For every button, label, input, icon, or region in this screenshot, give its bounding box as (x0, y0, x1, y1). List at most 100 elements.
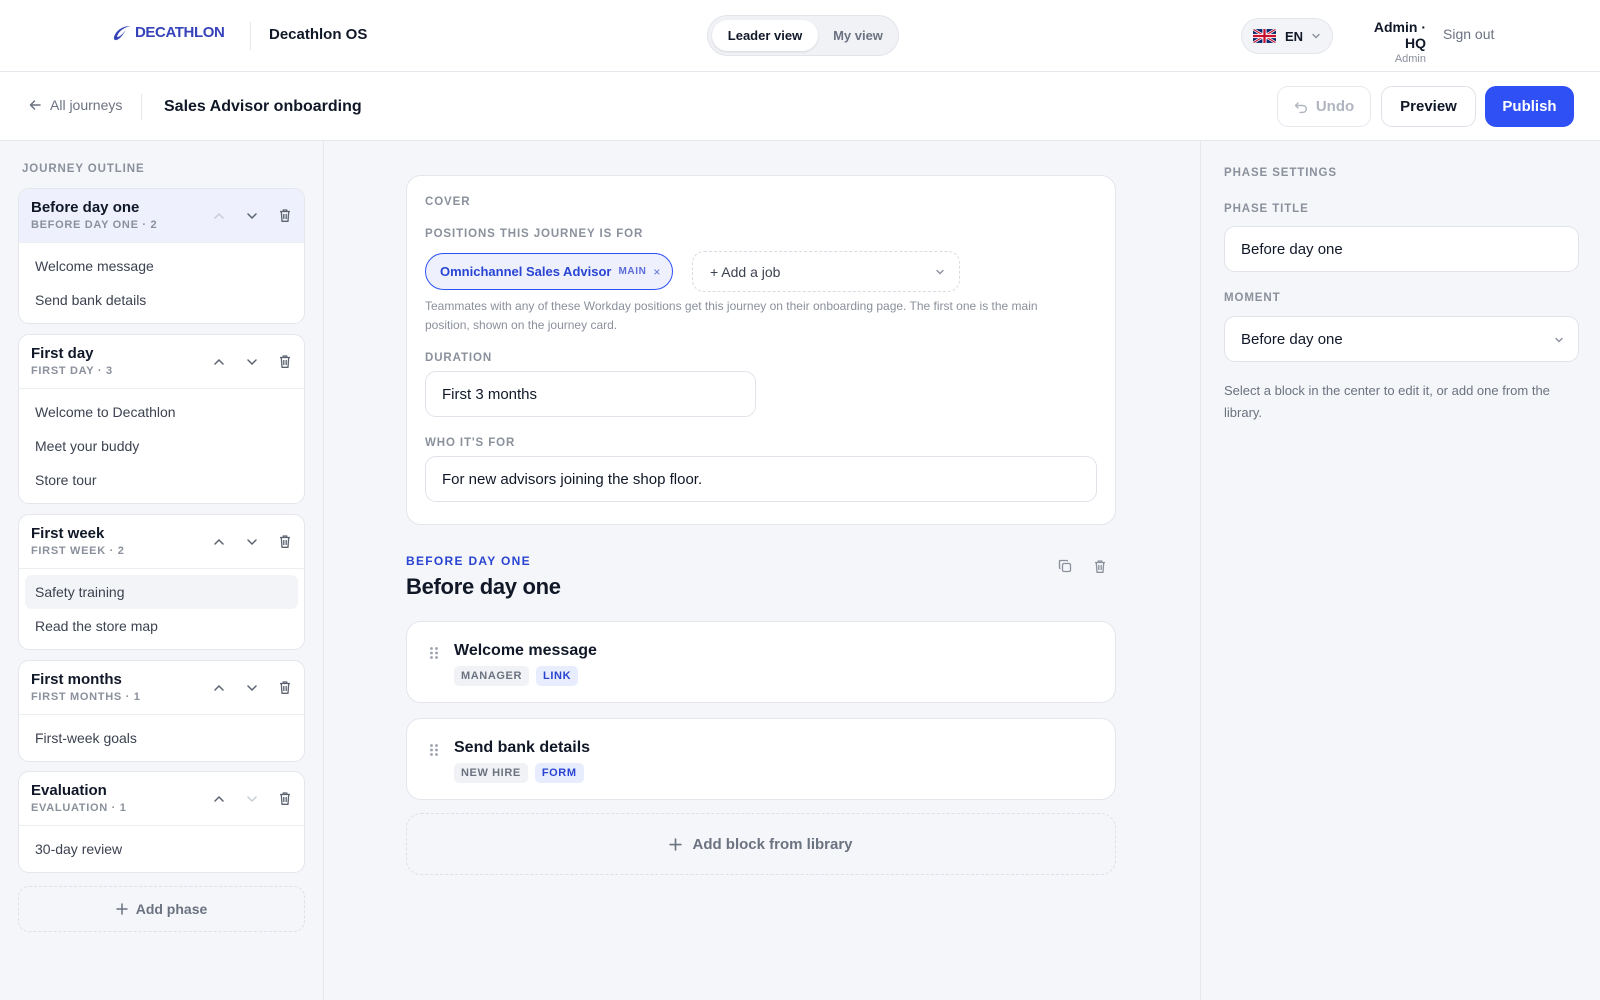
phase-subtitle: FIRST WEEK · 2 (31, 545, 125, 557)
move-up-icon[interactable] (212, 355, 226, 369)
chevron-down-icon (1555, 337, 1563, 343)
add-phase-button[interactable]: Add phase (18, 886, 305, 932)
phase-name: First months (31, 671, 122, 688)
preview-button[interactable]: Preview (1381, 86, 1476, 127)
phase-name: First week (31, 525, 105, 542)
block-title: Send bank details (454, 739, 591, 756)
position-name: Omnichannel Sales Advisor (440, 264, 612, 279)
phase-kicker: BEFORE DAY ONE (406, 554, 531, 568)
positions-label: POSITIONS THIS JOURNEY IS FOR (425, 228, 644, 240)
phase-card: First months FIRST MONTHS · 1 First-week… (18, 660, 305, 762)
trash-icon[interactable] (278, 680, 292, 695)
phase-card: Before day one BEFORE DAY ONE · 2 Welcom… (18, 188, 305, 324)
block-card[interactable]: Welcome message MANAGER LINK (406, 621, 1116, 703)
remove-position-icon[interactable]: × (653, 265, 660, 279)
phase-heading: Before day one (406, 574, 561, 599)
outline-item[interactable]: Welcome to Decathlon (25, 395, 298, 429)
publish-button[interactable]: Publish (1485, 86, 1574, 127)
chevron-down-icon (1312, 33, 1320, 39)
arrow-left-icon (29, 100, 41, 110)
sign-out-link[interactable]: Sign out (1443, 26, 1494, 42)
duplicate-icon[interactable] (1058, 559, 1072, 573)
add-job-label: + Add a job (710, 263, 781, 280)
journey-outline-panel: JOURNEY OUTLINE Before day one BEFORE DA… (0, 141, 324, 1000)
outline-item[interactable]: 30-day review (25, 832, 298, 866)
move-down-icon[interactable] (245, 535, 259, 549)
cover-card: COVER POSITIONS THIS JOURNEY IS FOR Omni… (406, 175, 1116, 525)
phase-header-evaluation[interactable]: Evaluation EVALUATION · 1 (19, 772, 304, 826)
outline-item[interactable]: Send bank details (25, 283, 298, 317)
outline-item[interactable]: First-week goals (25, 721, 298, 755)
settings-title: PHASE SETTINGS (1224, 167, 1337, 179)
moment-select[interactable]: Before day one (1224, 316, 1579, 362)
trash-icon[interactable] (278, 208, 292, 223)
top-bar: DECATHLON Decathlon OS Leader view My vi… (0, 0, 1600, 72)
drag-handle-icon[interactable] (429, 743, 439, 757)
move-down-icon[interactable] (245, 209, 259, 223)
phase-name: Before day one (31, 199, 140, 216)
phase-header-first-day[interactable]: First day FIRST DAY · 3 (19, 335, 304, 389)
who-field[interactable]: For new advisors joining the shop floor. (425, 456, 1097, 502)
move-down-icon[interactable] (245, 681, 259, 695)
add-job-select[interactable]: + Add a job (692, 251, 960, 292)
drag-handle-icon[interactable] (429, 646, 439, 660)
all-journeys-link[interactable]: All journeys (28, 97, 122, 113)
who-label: WHO IT'S FOR (425, 437, 516, 449)
duration-field[interactable]: First 3 months (425, 371, 756, 417)
phase-header-first-week[interactable]: First week FIRST WEEK · 2 (19, 515, 304, 569)
phase-title-label: PHASE TITLE (1224, 203, 1309, 215)
type-tag: FORM (534, 763, 584, 783)
outline-item[interactable]: Store tour (25, 463, 298, 497)
trash-icon[interactable] (1093, 559, 1107, 574)
phase-header-before-day-one[interactable]: Before day one BEFORE DAY ONE · 2 (19, 189, 304, 243)
outline-item[interactable]: Meet your buddy (25, 429, 298, 463)
outline-item[interactable]: Welcome message (25, 249, 298, 283)
decathlon-logo[interactable]: DECATHLON (112, 24, 225, 41)
audience-tag: NEW HIRE (454, 763, 528, 783)
brand-name: DECATHLON (135, 24, 225, 41)
language-selector[interactable]: EN (1241, 18, 1333, 54)
phase-card: Evaluation EVALUATION · 1 30-day review (18, 771, 305, 873)
cover-title: COVER (425, 196, 471, 208)
phase-card: First day FIRST DAY · 3 Welcome to Decat… (18, 334, 305, 504)
outline-item[interactable]: Read the store map (25, 609, 298, 643)
brand-divider (250, 22, 251, 50)
moment-label: MOMENT (1224, 292, 1281, 304)
editor-toolbar: All journeys Sales Advisor onboarding Un… (0, 72, 1600, 141)
phase-header-first-months[interactable]: First months FIRST MONTHS · 1 (19, 661, 304, 715)
user-name: Admin · HQ (1373, 19, 1426, 51)
main-tag: MAIN (618, 266, 647, 277)
move-down-icon (247, 795, 257, 802)
trash-icon[interactable] (278, 354, 292, 369)
move-up-icon[interactable] (212, 792, 226, 806)
my-view-tab[interactable]: My view (820, 20, 896, 51)
chevron-down-icon (936, 269, 944, 275)
app-name: Decathlon OS (269, 26, 368, 43)
move-up-icon[interactable] (212, 535, 226, 549)
trash-icon[interactable] (278, 534, 292, 549)
brand-mark-icon (113, 25, 130, 40)
language-code: EN (1285, 28, 1304, 44)
plus-icon (115, 903, 128, 915)
position-chip[interactable]: Omnichannel Sales Advisor MAIN × (425, 253, 674, 290)
leader-view-tab[interactable]: Leader view (712, 20, 818, 51)
add-block-button[interactable]: Add block from library (406, 813, 1116, 875)
user-role: Admin (1394, 53, 1426, 65)
phase-title-input[interactable]: Before day one (1224, 226, 1579, 272)
move-up-icon (214, 212, 224, 219)
block-card[interactable]: Send bank details NEW HIRE FORM (406, 718, 1116, 800)
move-up-icon[interactable] (212, 681, 226, 695)
move-down-icon[interactable] (245, 355, 259, 369)
add-phase-label: Add phase (135, 901, 208, 917)
journey-title: Sales Advisor onboarding (164, 98, 362, 115)
undo-label: Undo (1315, 98, 1355, 115)
duration-label: DURATION (425, 352, 493, 364)
moment-value: Before day one (1241, 330, 1343, 348)
toolbar-divider (141, 94, 142, 120)
add-block-label: Add block from library (692, 835, 853, 853)
phase-subtitle: EVALUATION · 1 (31, 802, 127, 814)
trash-icon[interactable] (278, 791, 292, 806)
phase-card: First week FIRST WEEK · 2 Safety trainin… (18, 514, 305, 650)
undo-button[interactable]: Undo (1277, 86, 1371, 127)
outline-item[interactable]: Safety training (25, 575, 298, 609)
